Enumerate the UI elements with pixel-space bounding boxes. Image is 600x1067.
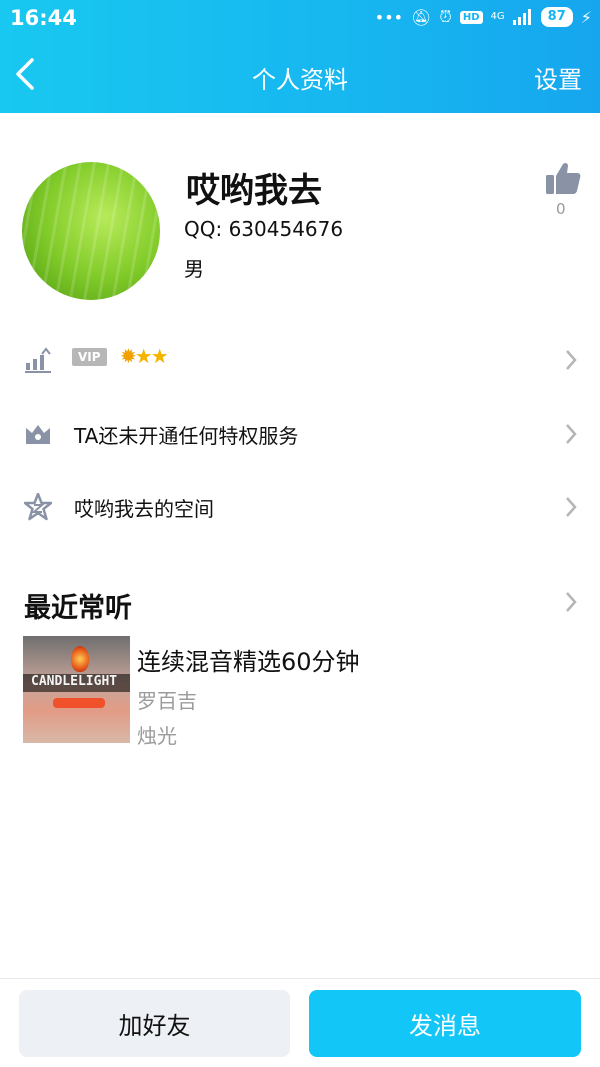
thumbs-up-icon[interactable]	[544, 160, 582, 198]
battery-indicator: 87	[540, 7, 573, 27]
vip-badge: VIP	[72, 348, 107, 366]
charging-icon: ⚡	[580, 7, 592, 27]
level-stars: ✹★★	[120, 344, 169, 368]
page-title: 个人资料	[252, 66, 348, 94]
settings-button[interactable]: 设置	[534, 60, 582, 95]
more-dots-icon: •••	[374, 7, 404, 27]
chevron-right-icon	[566, 350, 577, 370]
like-count: 0	[556, 200, 566, 218]
song-artist: 罗百吉	[137, 689, 197, 713]
candle-flame-graphic	[71, 646, 89, 672]
level-up-icon	[25, 347, 51, 373]
alarm-icon: ⏰︎	[439, 7, 452, 26]
bottom-action-bar: 加好友 发消息	[0, 978, 600, 1067]
chevron-right-icon	[566, 497, 577, 517]
mute-bell-icon: 🔕︎	[411, 7, 432, 27]
privilege-row[interactable]: TA还未开通任何特权服务	[0, 404, 600, 464]
gender: 男	[184, 257, 204, 281]
album-face-graphic	[53, 698, 105, 708]
crown-icon	[26, 425, 50, 444]
chevron-right-icon[interactable]	[564, 590, 578, 614]
level-row[interactable]: VIP ✹★★	[0, 330, 600, 390]
space-label: 哎哟我去的空间	[74, 497, 214, 521]
sun-icon: ✹	[120, 344, 137, 368]
send-message-button[interactable]: 发消息	[309, 990, 581, 1057]
song-title[interactable]: 连续混音精选60分钟	[137, 642, 360, 677]
privilege-label: TA还未开通任何特权服务	[74, 424, 299, 448]
album-cover[interactable]: CANDLELIGHT	[23, 636, 130, 743]
add-friend-button[interactable]: 加好友	[19, 990, 290, 1057]
hd-icon: HD	[459, 10, 483, 24]
signal-icon	[512, 9, 531, 25]
nickname: 哎哟我去	[186, 171, 322, 211]
star-icons: ★★	[134, 344, 169, 368]
avatar[interactable]	[22, 162, 160, 300]
qq-number: QQ: 630454676	[184, 217, 344, 241]
header: 16:44 ••• 🔕︎ ⏰︎ HD 4G 87 ⚡ 个人资料 设置	[0, 0, 600, 113]
chevron-right-icon	[566, 424, 577, 444]
space-row[interactable]: 哎哟我去的空间	[0, 477, 600, 537]
qzone-star-icon	[24, 493, 52, 521]
status-bar: 16:44 ••• 🔕︎ ⏰︎ HD 4G 87 ⚡	[0, 0, 600, 38]
network-type: 4G	[490, 11, 505, 22]
recent-listening-title[interactable]: 最近常听	[24, 586, 132, 625]
status-time: 16:44	[10, 6, 77, 30]
status-icons: ••• 🔕︎ ⏰︎ HD 4G 87 ⚡	[375, 7, 592, 27]
nav-bar: 个人资料 设置	[0, 38, 600, 113]
song-album: 烛光	[137, 724, 177, 748]
album-cover-text: CANDLELIGHT	[31, 674, 118, 689]
